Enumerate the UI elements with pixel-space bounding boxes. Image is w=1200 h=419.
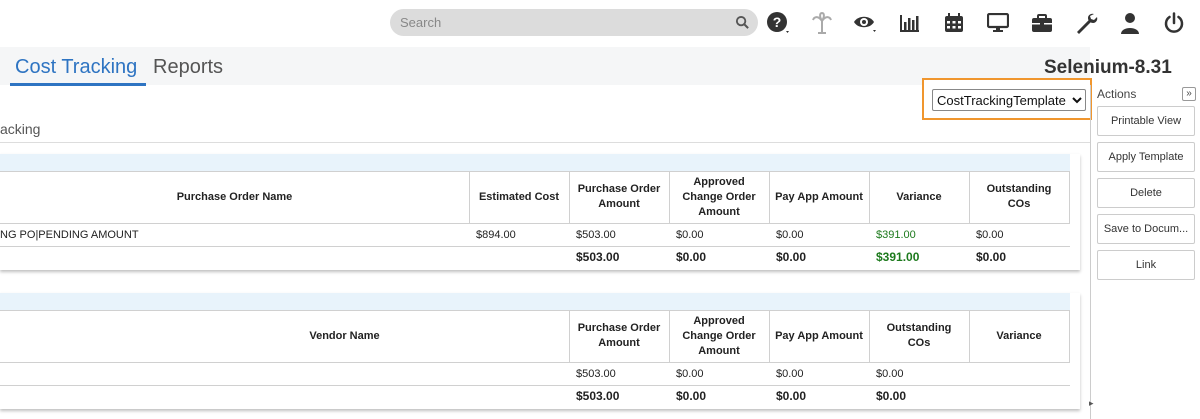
briefcase-icon[interactable] [1028,9,1056,37]
collapse-panel-button[interactable]: » [1182,87,1196,101]
grid-line [669,171,670,223]
pay-app-cell: $0.00 [776,229,804,241]
vendor-table: Vendor Name Purchase Order Amount Approv… [0,293,1080,409]
column-header[interactable]: Approved Change Order Amount [674,310,764,362]
grid-line [0,223,1070,224]
bar-chart-icon[interactable] [896,9,924,37]
calendar-icon[interactable] [940,9,968,37]
link-button[interactable]: Link [1097,250,1195,280]
grid-line [969,171,970,223]
total-po-amount: $503.00 [576,389,620,403]
monitor-icon[interactable] [984,9,1012,37]
purchase-order-table: Purchase Order Name Estimated Cost Purch… [0,154,1080,270]
pay-app-cell: $0.00 [776,368,804,380]
column-header[interactable]: Purchase Order Name [0,171,469,223]
po-amount-cell: $503.00 [576,368,616,380]
column-header[interactable]: Approved Change Order Amount [674,171,764,223]
total-approved-co: $0.00 [676,389,707,403]
printable-view-button[interactable]: Printable View [1097,106,1195,136]
grid-line [669,310,670,362]
column-header[interactable]: Variance [969,310,1069,362]
grid-line [0,362,1070,363]
column-header[interactable]: Purchase Order Amount [569,171,669,223]
template-select[interactable]: CostTrackingTemplate [932,89,1086,111]
total-approved-co: $0.00 [676,250,707,264]
column-header[interactable]: Variance [869,171,969,223]
po-name-cell[interactable]: NG PO|PENDING AMOUNT [0,229,139,241]
divider [0,142,1090,143]
delete-button[interactable]: Delete [1097,178,1195,208]
approved-co-cell: $0.00 [676,368,704,380]
grid-line [1069,310,1070,362]
total-pay-app: $0.00 [776,250,807,264]
estimated-cost-cell: $894.00 [476,229,516,241]
save-to-documents-button[interactable]: Save to Docum... [1097,214,1195,244]
palm-tree-icon[interactable] [808,9,836,37]
search-box[interactable] [390,9,758,36]
grid-line [0,246,1070,247]
section-label: acking [0,121,41,137]
project-name: Selenium-8.31 [1044,57,1172,78]
column-header[interactable]: Pay App Amount [769,310,869,362]
po-amount-cell: $503.00 [576,229,616,241]
tab-reports[interactable]: Reports [153,56,223,79]
wrench-icon[interactable] [1072,9,1100,37]
total-outstanding-cos: $0.00 [976,250,1007,264]
column-header[interactable]: Estimated Cost [469,171,569,223]
approved-co-cell: $0.00 [676,229,704,241]
help-icon[interactable]: ? [764,9,792,37]
column-header[interactable]: Purchase Order Amount [569,310,669,362]
outstanding-cos-cell: $0.00 [876,368,904,380]
grid-line [1069,171,1070,223]
actions-title: Actions [1097,87,1137,101]
variance-cell: $391.00 [876,229,916,241]
column-header[interactable]: Outstanding COs [879,310,959,362]
svg-text:?: ? [773,14,782,30]
power-icon[interactable] [1160,9,1188,37]
actions-panel-separator [1090,85,1091,419]
search-input[interactable] [400,9,730,36]
top-bar: ? [0,0,1200,47]
panel-resize-handle[interactable]: ▸ [1089,398,1094,409]
total-outstanding-cos: $0.00 [876,389,907,403]
search-icon[interactable] [735,15,750,35]
column-header[interactable]: Vendor Name [0,310,569,362]
eye-icon[interactable] [851,9,879,37]
user-icon[interactable] [1116,9,1144,37]
tab-cost-tracking[interactable]: Cost Tracking [9,56,147,86]
grid-line [869,310,870,362]
table-band [0,293,1070,310]
template-select-highlight: CostTrackingTemplate [922,78,1092,120]
total-variance: $391.00 [876,250,920,264]
total-pay-app: $0.00 [776,389,807,403]
column-header[interactable]: Pay App Amount [769,171,869,223]
table-band [0,154,1070,171]
column-header[interactable]: Outstanding COs [979,171,1059,223]
total-po-amount: $503.00 [576,250,620,264]
apply-template-button[interactable]: Apply Template [1097,142,1195,172]
grid-line [0,385,1070,386]
outstanding-cos-cell: $0.00 [976,229,1004,241]
